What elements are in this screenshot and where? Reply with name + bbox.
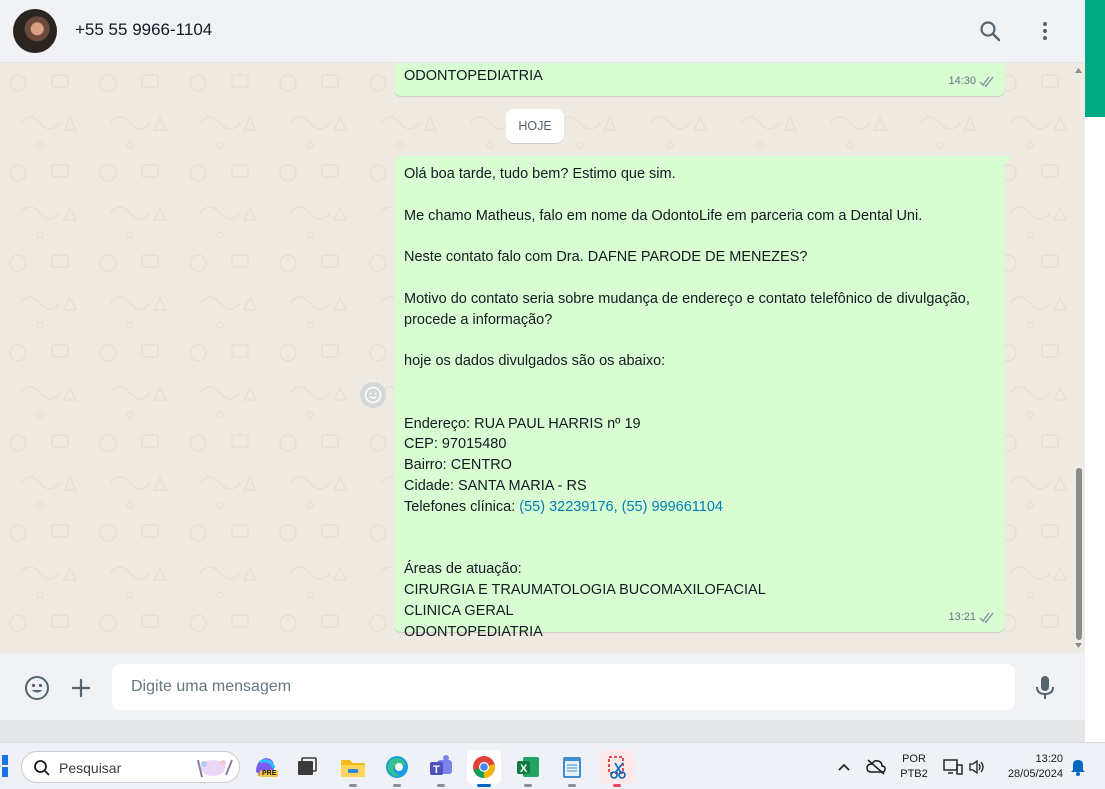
chevron-up-icon[interactable] (833, 756, 855, 778)
search-icon[interactable] (975, 16, 1005, 46)
chrome-browser-icon[interactable] (467, 750, 501, 787)
message-bubble-outgoing[interactable]: Olá boa tarde, tudo bem? Estimo que sim.… (394, 156, 1013, 640)
message-line: CIRURGIA E TRAUMATOLOGIA BUCOMAXILOFACIA… (404, 581, 766, 598)
message-line: Telefones clínica: (404, 498, 520, 515)
message-text: ODONTOPEDIATRIA (404, 68, 543, 84)
search-highlight-icon (197, 759, 233, 778)
message-time: 14:30 (948, 75, 976, 88)
running-indicator (524, 784, 532, 787)
whatsapp-window: +55 55 9966-1104 ODONTOPEDIATRIA 14:30 H… (0, 0, 1085, 720)
message-line: Neste contato falo com Dra. DAFNE PARODE… (404, 249, 808, 266)
message-bubble-previous[interactable]: ODONTOPEDIATRIA 14:30 (394, 63, 1005, 96)
edge-browser-icon[interactable] (380, 750, 414, 787)
cloud-offline-icon[interactable] (865, 756, 887, 778)
svg-text:X: X (520, 763, 528, 775)
window-bottom-gap (0, 720, 1085, 742)
active-indicator (477, 784, 491, 787)
message-line: Cidade: SANTA MARIA - RS (404, 477, 587, 494)
teams-icon[interactable]: T (424, 750, 458, 787)
running-indicator (437, 784, 445, 787)
message-line: Bairro: CENTRO (404, 457, 512, 474)
side-panel-edge (1085, 0, 1105, 742)
message-line: Me chamo Matheus, falo em nome da Odonto… (404, 207, 923, 224)
windows-taskbar: Pesquisar PRE T X POR PTB2 13:20 28/05/2… (0, 742, 1105, 789)
compose-bar (0, 653, 1085, 720)
chat-header: +55 55 9966-1104 (0, 0, 1085, 63)
attach-plus-icon[interactable] (66, 673, 96, 703)
message-line: CEP: 97015480 (404, 436, 507, 453)
snipping-tool-icon[interactable] (600, 750, 634, 787)
message-body: Olá boa tarde, tudo bem? Estimo que sim.… (394, 156, 1005, 642)
windows-start-icon[interactable] (0, 755, 8, 777)
keyboard-language-indicator[interactable]: POR PTB2 (896, 752, 932, 782)
message-line: Áreas de atuação: (404, 561, 522, 578)
message-line: Motivo do contato seria sobre mudança de… (404, 290, 974, 328)
contact-avatar[interactable] (13, 9, 57, 53)
svg-text:T: T (433, 764, 440, 776)
phone-separator: , (613, 498, 622, 515)
message-input[interactable] (112, 664, 1015, 710)
search-icon (34, 760, 50, 776)
running-indicator (613, 784, 621, 787)
menu-dots-icon[interactable] (1030, 16, 1060, 46)
phone-link-2[interactable]: (55) 999661104 (622, 499, 723, 515)
scrollbar-thumb[interactable] (1076, 468, 1082, 640)
message-line: Olá boa tarde, tudo bem? Estimo que sim. (404, 166, 676, 182)
notepad-icon[interactable] (555, 750, 589, 787)
message-line: Endereço: RUA PAUL HARRIS nº 19 (404, 415, 641, 432)
message-line: ODONTOPEDIATRIA (404, 623, 543, 640)
message-time: 13:21 (948, 611, 976, 624)
running-indicator (393, 784, 401, 787)
microphone-icon[interactable] (1030, 673, 1060, 703)
message-meta: 14:30 (948, 71, 995, 92)
message-line: CLINICA GERAL (404, 602, 514, 619)
taskbar-search-box[interactable]: Pesquisar (21, 751, 240, 783)
keyboard-layout: PTB2 (900, 768, 928, 780)
search-label: Pesquisar (59, 760, 122, 776)
notification-bell-icon[interactable] (1067, 756, 1089, 778)
speaker-icon[interactable] (966, 756, 988, 778)
message-line: hoje os dados divulgados são os abaixo: (404, 353, 666, 370)
double-check-icon (979, 76, 994, 88)
clock-date: 28/05/2024 (1007, 768, 1063, 780)
clock-time: 13:20 (1035, 753, 1063, 765)
preview-badge: PRE (260, 770, 279, 777)
excel-icon[interactable]: X (511, 750, 545, 787)
network-display-icon[interactable] (942, 756, 964, 778)
accent-bar (1085, 0, 1105, 117)
running-indicator (568, 784, 576, 787)
emoji-icon[interactable] (22, 673, 52, 703)
task-view-icon[interactable] (290, 750, 324, 784)
emoji-reaction-icon[interactable] (360, 382, 386, 408)
contact-name[interactable]: +55 55 9966-1104 (75, 20, 212, 40)
chat-area[interactable]: ODONTOPEDIATRIA 14:30 HOJE Olá boa tarde… (0, 63, 1085, 653)
phone-link-1[interactable]: (55) 32239176 (519, 499, 613, 515)
message-meta: 13:21 (948, 607, 995, 628)
double-check-icon (979, 612, 994, 624)
date-chip: HOJE (506, 109, 564, 143)
taskbar-clock[interactable]: 13:20 28/05/2024 (1000, 752, 1063, 782)
file-explorer-icon[interactable] (336, 750, 370, 787)
running-indicator (349, 784, 357, 787)
copilot-app-icon[interactable]: PRE (248, 750, 282, 784)
language-code: POR (902, 753, 926, 765)
